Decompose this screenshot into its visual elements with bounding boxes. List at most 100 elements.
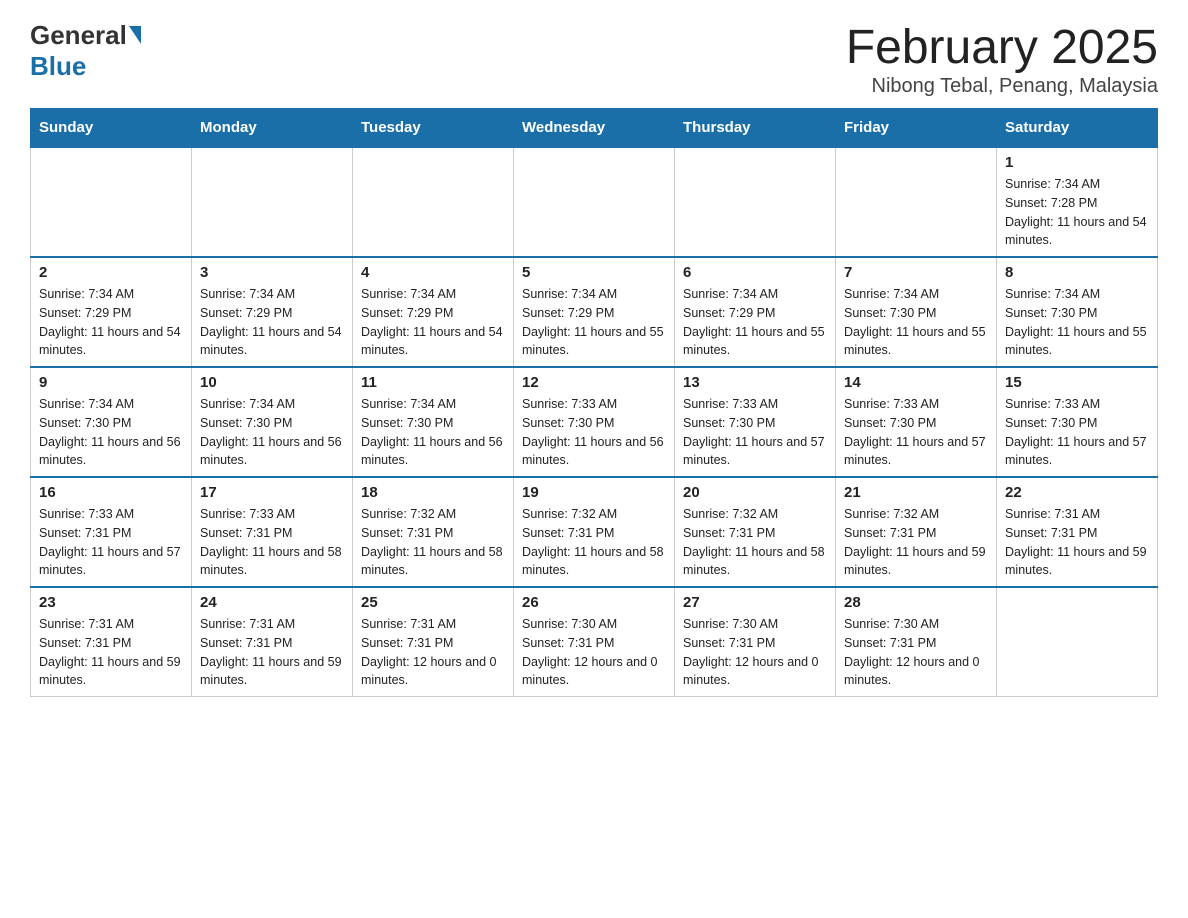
sun-info: Sunrise: 7:30 AMSunset: 7:31 PMDaylight:… [522,615,666,690]
sun-info: Sunrise: 7:31 AMSunset: 7:31 PMDaylight:… [200,615,344,690]
sun-info: Sunrise: 7:34 AMSunset: 7:29 PMDaylight:… [200,285,344,360]
day-number: 28 [844,594,988,611]
weekday-tuesday: Tuesday [353,109,514,148]
sun-info: Sunrise: 7:34 AMSunset: 7:29 PMDaylight:… [361,285,505,360]
sun-info: Sunrise: 7:34 AMSunset: 7:29 PMDaylight:… [683,285,827,360]
calendar-cell [514,147,675,257]
location: Nibong Tebal, Penang, Malaysia [846,75,1158,98]
calendar-cell [353,147,514,257]
calendar-cell: 20 Sunrise: 7:32 AMSunset: 7:31 PMDayligh… [675,477,836,587]
day-number: 10 [200,374,344,391]
calendar-cell: 6Sunrise: 7:34 AMSunset: 7:29 PMDaylight… [675,257,836,367]
weekday-thursday: Thursday [675,109,836,148]
day-number: 11 [361,374,505,391]
page-header: General Blue February 2025 Nibong Tebal,… [30,20,1158,98]
weekday-header-row: SundayMondayTuesdayWednesdayThursdayFrid… [31,109,1158,148]
calendar-cell: 11 Sunrise: 7:34 AMSunset: 7:30 PMDayligh… [353,367,514,477]
day-number: 7 [844,264,988,281]
day-number: 27 [683,594,827,611]
sun-info: Sunrise: 7:32 AMSunset: 7:31 PMDaylight:… [683,505,827,580]
logo: General Blue [30,20,141,82]
day-number: 25 [361,594,505,611]
calendar-cell: 24 Sunrise: 7:31 AMSunset: 7:31 PMDayligh… [192,587,353,697]
calendar-cell: 28Sunrise: 7:30 AMSunset: 7:31 PMDayligh… [836,587,997,697]
calendar-cell: 27 Sunrise: 7:30 AMSunset: 7:31 PMDayligh… [675,587,836,697]
sun-info: Sunrise: 7:33 AMSunset: 7:30 PMDaylight:… [522,395,666,470]
day-number: 15 [1005,374,1149,391]
logo-arrow-icon [129,26,141,44]
day-number: 2 [39,264,183,281]
weekday-friday: Friday [836,109,997,148]
calendar-cell [675,147,836,257]
day-number: 8 [1005,264,1149,281]
sun-info: Sunrise: 7:33 AMSunset: 7:30 PMDaylight:… [683,395,827,470]
title-block: February 2025 Nibong Tebal, Penang, Mala… [846,20,1158,98]
calendar-cell: 18 Sunrise: 7:32 AMSunset: 7:31 PMDayligh… [353,477,514,587]
calendar-cell: 7Sunrise: 7:34 AMSunset: 7:30 PMDaylight… [836,257,997,367]
calendar-cell: 21 Sunrise: 7:32 AMSunset: 7:31 PMDayligh… [836,477,997,587]
sun-info: Sunrise: 7:31 AMSunset: 7:31 PMDaylight:… [361,615,505,690]
sun-info: Sunrise: 7:34 AMSunset: 7:29 PMDaylight:… [39,285,183,360]
calendar-cell: 9 Sunrise: 7:34 AMSunset: 7:30 PMDaylight… [31,367,192,477]
day-number: 19 [522,484,666,501]
day-number: 20 [683,484,827,501]
sun-info: Sunrise: 7:31 AMSunset: 7:31 PMDaylight:… [39,615,183,690]
day-number: 5 [522,264,666,281]
sun-info: Sunrise: 7:30 AMSunset: 7:31 PMDaylight:… [683,615,827,690]
weekday-saturday: Saturday [997,109,1158,148]
week-row-5: 23 Sunrise: 7:31 AMSunset: 7:31 PMDayligh… [31,587,1158,697]
sun-info: Sunrise: 7:34 AMSunset: 7:28 PMDaylight:… [1005,175,1149,250]
day-number: 3 [200,264,344,281]
calendar-cell: 1 Sunrise: 7:34 AMSunset: 7:28 PMDaylight… [997,147,1158,257]
calendar-cell [997,587,1158,697]
day-number: 22 [1005,484,1149,501]
sun-info: Sunrise: 7:33 AMSunset: 7:30 PMDaylight:… [844,395,988,470]
sun-info: Sunrise: 7:32 AMSunset: 7:31 PMDaylight:… [522,505,666,580]
week-row-3: 9 Sunrise: 7:34 AMSunset: 7:30 PMDaylight… [31,367,1158,477]
day-number: 13 [683,374,827,391]
sun-info: Sunrise: 7:34 AMSunset: 7:29 PMDaylight:… [522,285,666,360]
weekday-monday: Monday [192,109,353,148]
logo-general-text: General [30,20,141,51]
calendar-cell: 15 Sunrise: 7:33 AMSunset: 7:30 PMDayligh… [997,367,1158,477]
calendar-cell: 19 Sunrise: 7:32 AMSunset: 7:31 PMDayligh… [514,477,675,587]
calendar-cell: 5 Sunrise: 7:34 AMSunset: 7:29 PMDaylight… [514,257,675,367]
day-number: 23 [39,594,183,611]
calendar-cell [836,147,997,257]
calendar-cell: 3 Sunrise: 7:34 AMSunset: 7:29 PMDaylight… [192,257,353,367]
calendar-cell: 8 Sunrise: 7:34 AMSunset: 7:30 PMDaylight… [997,257,1158,367]
sun-info: Sunrise: 7:34 AMSunset: 7:30 PMDaylight:… [39,395,183,470]
calendar-cell: 17 Sunrise: 7:33 AMSunset: 7:31 PMDayligh… [192,477,353,587]
sun-info: Sunrise: 7:33 AMSunset: 7:30 PMDaylight:… [1005,395,1149,470]
day-number: 16 [39,484,183,501]
logo-blue-text: Blue [30,51,86,82]
day-number: 21 [844,484,988,501]
sun-info: Sunrise: 7:33 AMSunset: 7:31 PMDaylight:… [200,505,344,580]
day-number: 17 [200,484,344,501]
sun-info: Sunrise: 7:32 AMSunset: 7:31 PMDaylight:… [361,505,505,580]
sun-info: Sunrise: 7:34 AMSunset: 7:30 PMDaylight:… [200,395,344,470]
weekday-wednesday: Wednesday [514,109,675,148]
day-number: 12 [522,374,666,391]
calendar-cell: 26 Sunrise: 7:30 AMSunset: 7:31 PMDayligh… [514,587,675,697]
calendar-cell: 2 Sunrise: 7:34 AMSunset: 7:29 PMDaylight… [31,257,192,367]
calendar-cell: 22 Sunrise: 7:31 AMSunset: 7:31 PMDayligh… [997,477,1158,587]
sun-info: Sunrise: 7:34 AMSunset: 7:30 PMDaylight:… [1005,285,1149,360]
day-number: 9 [39,374,183,391]
sun-info: Sunrise: 7:32 AMSunset: 7:31 PMDaylight:… [844,505,988,580]
sun-info: Sunrise: 7:34 AMSunset: 7:30 PMDaylight:… [361,395,505,470]
calendar-cell: 16Sunrise: 7:33 AMSunset: 7:31 PMDayligh… [31,477,192,587]
calendar-cell: 14 Sunrise: 7:33 AMSunset: 7:30 PMDayligh… [836,367,997,477]
day-number: 4 [361,264,505,281]
calendar-cell: 12 Sunrise: 7:33 AMSunset: 7:30 PMDayligh… [514,367,675,477]
calendar-table: SundayMondayTuesdayWednesdayThursdayFrid… [30,108,1158,697]
day-number: 18 [361,484,505,501]
weekday-sunday: Sunday [31,109,192,148]
day-number: 1 [1005,154,1149,171]
calendar-cell: 13 Sunrise: 7:33 AMSunset: 7:30 PMDayligh… [675,367,836,477]
day-number: 14 [844,374,988,391]
sun-info: Sunrise: 7:31 AMSunset: 7:31 PMDaylight:… [1005,505,1149,580]
calendar-cell: 23 Sunrise: 7:31 AMSunset: 7:31 PMDayligh… [31,587,192,697]
day-number: 24 [200,594,344,611]
day-number: 26 [522,594,666,611]
